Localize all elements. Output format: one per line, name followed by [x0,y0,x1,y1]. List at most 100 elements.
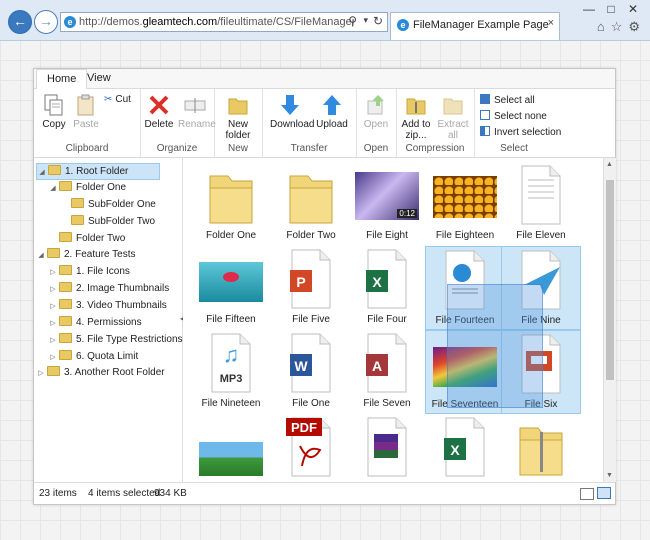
file-item[interactable] [501,414,581,482]
cut-button[interactable]: ✂ Cut [104,94,131,105]
select-none-icon [480,110,490,120]
open-group: Open Open [356,89,397,157]
file-name: File Five [292,314,330,325]
tree-node-subfolder-one[interactable]: SubFolder One [60,197,156,212]
tree-node-file-icons[interactable]: ▷ 1. File Icons [48,264,130,279]
collapsed-arrow-icon[interactable]: ▷ [48,316,58,331]
close-window-icon[interactable]: ✕ [622,2,644,16]
root-folder-icon [47,248,60,258]
tree-node-root-folder[interactable]: ◢ 1. Root Folder [36,163,160,180]
collapsed-arrow-icon[interactable]: ▷ [48,282,58,297]
back-arrow-icon[interactable]: ← [8,10,32,34]
thumbnails-view-icon[interactable] [597,487,611,499]
delete-button[interactable]: Delete [144,93,174,130]
file-name: File Eight [366,230,408,241]
gear-icon[interactable]: ⚙ [628,19,640,34]
file-item[interactable]: P File Five [271,246,351,330]
refresh-icon[interactable]: ↻ [373,14,383,28]
tree-node-folder-two[interactable]: Folder Two [48,231,125,246]
address-bar[interactable]: e http://demos.gleamtech.com/fileultimat… [60,12,388,32]
forward-arrow-icon[interactable]: → [34,10,58,34]
invert-selection-button[interactable]: Invert selection [480,126,561,138]
ie-logo-icon: e [64,16,76,28]
file-item[interactable]: 0:12 File Eight [347,162,427,246]
tree-node-quota-limit[interactable]: ▷ 6. Quota Limit [48,349,138,364]
browser-tools: ⌂ ☆ ⚙ [591,19,640,35]
file-item[interactable]: A File Seven [347,330,427,414]
download-button[interactable]: Download [270,93,314,130]
folder-icon [209,175,253,224]
mp3-icon: ♫ MP3 [211,333,251,393]
file-item[interactable]: X [425,414,505,482]
new-folder-button[interactable]: New folder [222,93,254,141]
collapsed-arrow-icon[interactable]: ▷ [36,366,46,381]
expanded-arrow-icon[interactable]: ◢ [37,165,47,180]
minimize-icon[interactable]: — [578,2,600,16]
file-item[interactable]: Folder Two [271,162,351,246]
tree-node-permissions[interactable]: ▷ 4. Permissions [48,315,142,330]
copy-button[interactable]: Copy [40,93,68,130]
open-button[interactable]: Open [362,93,390,130]
tree-node-video-thumbnails[interactable]: ▷ 3. Video Thumbnails [48,298,167,313]
scissors-icon: ✂ [104,94,113,105]
collapsed-arrow-icon[interactable]: ▷ [48,333,58,348]
tree-node-file-type-restrictions[interactable]: ▷ 5. File Type Restrictions [48,332,183,347]
tree-node-folder-one[interactable]: ◢ Folder One [48,180,126,195]
expanded-arrow-icon[interactable]: ◢ [48,181,58,196]
organize-label: Organize [156,143,198,154]
dropdown-icon[interactable]: ▾ [363,15,368,26]
new-folder-icon [228,98,248,115]
file-item[interactable] [347,414,427,482]
collapsed-arrow-icon[interactable]: ▷ [48,265,58,280]
collapsed-arrow-icon[interactable]: ▷ [48,299,58,314]
upload-button[interactable]: Upload [316,93,348,130]
file-item[interactable]: File Eleven [501,162,581,246]
ie-logo-icon: e [397,19,409,31]
tree-node-feature-tests[interactable]: ◢ 2. Feature Tests [36,247,136,262]
search-icon[interactable]: ⚲ [348,14,357,28]
tree-node-image-thumbnails[interactable]: ▷ 2. Image Thumbnails [48,281,169,296]
video-duration: 0:12 [397,209,417,218]
file-name: File Nineteen [201,398,261,409]
folder-icon [59,333,72,343]
maximize-icon[interactable]: □ [600,2,622,16]
details-view-icon[interactable] [580,488,594,500]
folder-icon [71,215,84,225]
extract-all-button[interactable]: Extract all [436,93,470,141]
close-tab-icon[interactable]: × [548,17,554,29]
scroll-up-icon[interactable]: ▲ [606,161,613,168]
tree-node-another-root-folder[interactable]: ▷ 3. Another Root Folder [36,365,165,380]
add-to-zip-button[interactable]: Add to zip... [400,93,432,141]
paste-button[interactable]: Paste [72,93,100,130]
folder-tree: ◢ 1. Root Folder ◢ Folder One SubFolder On… [34,158,183,482]
file-item[interactable] [191,414,271,482]
select-none-button[interactable]: Select none [480,110,547,122]
select-all-button[interactable]: Select all [480,94,535,106]
download-arrow-icon [281,95,299,115]
browser-tab[interactable]: e FileManager Example Page × [390,12,560,40]
scroll-down-icon[interactable]: ▼ [606,472,613,479]
drag-selection-overlay [447,284,543,408]
home-icon[interactable]: ⌂ [597,19,605,34]
zip-folder-icon [519,427,563,476]
file-item[interactable]: File Eighteen [425,162,505,246]
file-item[interactable]: PDF [271,414,351,482]
tree-node-subfolder-two[interactable]: SubFolder Two [60,214,155,229]
vertical-scrollbar[interactable]: ▲ ▼ [603,158,616,482]
scrollbar-thumb[interactable] [606,180,614,380]
url-text: http://demos.gleamtech.com/fileultimate/… [79,16,354,28]
file-item[interactable]: File Fifteen [191,246,271,330]
tab-view[interactable]: View [77,69,121,88]
winrar-icon [367,417,407,477]
rename-button[interactable]: Rename [178,93,216,130]
root-folder-icon [47,366,60,376]
favorites-star-icon[interactable]: ☆ [611,19,623,34]
file-item[interactable]: Folder One [191,162,271,246]
file-item[interactable]: ♫ MP3 File Nineteen [191,330,271,414]
file-name: File Eleven [516,230,566,241]
file-item[interactable]: X File Four [347,246,427,330]
landscape-thumbnail [199,442,263,476]
collapsed-arrow-icon[interactable]: ▷ [48,350,58,365]
expanded-arrow-icon[interactable]: ◢ [36,248,46,263]
file-item[interactable]: W File One [271,330,351,414]
